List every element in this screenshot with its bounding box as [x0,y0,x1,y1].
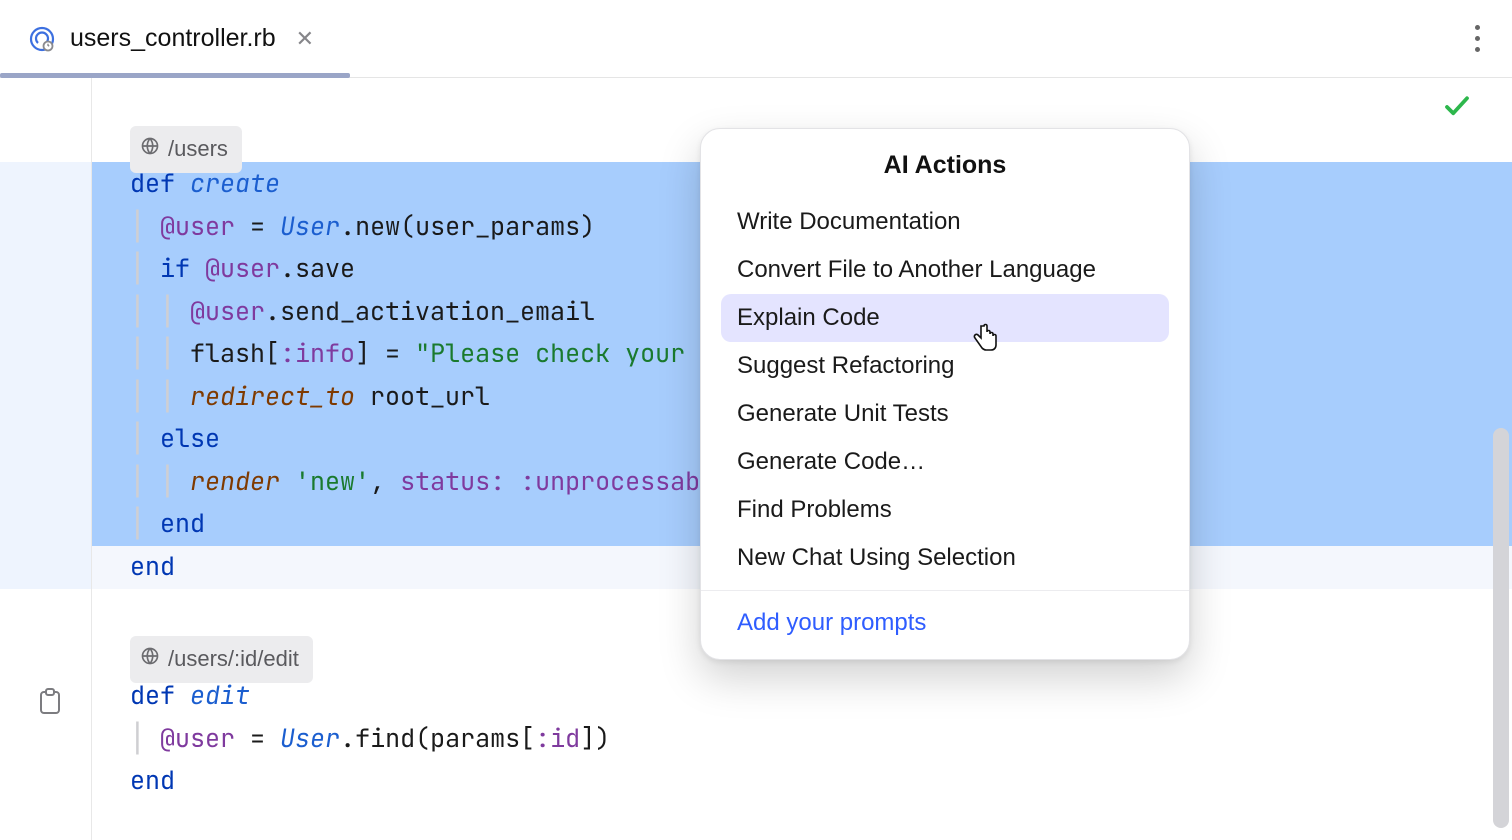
gutter-caret-line [0,546,91,589]
code-line: │ @user = User.find(params[:id]) [130,717,610,760]
add-your-prompts-link[interactable]: Add your prompts [737,609,926,636]
code-line: end [130,545,175,588]
ai-actions-footer: Add your prompts [701,590,1189,659]
gutter-selection [0,162,91,546]
ai-actions-popup: AI Actions Write Documentation Convert F… [700,128,1190,660]
ai-action-suggest-refactoring[interactable]: Suggest Refactoring [721,342,1169,390]
ruby-controller-icon [28,25,56,53]
paste-icon[interactable] [38,688,62,721]
code-line: │ │ @user.send_activation_email [130,290,595,333]
code-line: def edit [130,674,250,717]
code-line: def create [130,162,280,205]
code-line: │ │ redirect_to root_url [130,375,490,418]
ai-actions-list: Write Documentation Convert File to Anot… [701,198,1189,590]
ai-action-find-problems[interactable]: Find Problems [721,486,1169,534]
ai-action-generate-code[interactable]: Generate Code… [721,438,1169,486]
ai-action-write-documentation[interactable]: Write Documentation [721,198,1169,246]
code-line: │ end [130,502,205,545]
ai-action-generate-unit-tests[interactable]: Generate Unit Tests [721,390,1169,438]
code-line: │ if @user.save [130,247,355,290]
tab-bar: users_controller.rb ✕ [0,0,1512,78]
close-icon[interactable]: ✕ [296,26,314,52]
ai-action-new-chat-selection[interactable]: New Chat Using Selection [721,534,1169,582]
code-line: end [130,759,175,802]
ai-actions-title: AI Actions [701,129,1189,198]
more-menu-button[interactable] [1442,0,1512,77]
scrollbar-track[interactable] [1488,78,1512,840]
pointer-cursor-icon [970,322,1000,361]
code-line: │ @user = User.new(user_params) [130,205,595,248]
tab-filename: users_controller.rb [70,24,276,53]
scrollbar-thumb[interactable] [1493,428,1509,828]
ai-action-convert-file[interactable]: Convert File to Another Language [721,246,1169,294]
code-line: │ │ flash[:info] = "Please check your [130,332,700,375]
ai-action-explain-code[interactable]: Explain Code [721,294,1169,342]
code-line: │ │ render 'new', status: :unprocessab [130,460,700,503]
code-line: │ else [130,417,220,460]
gutter [0,78,92,840]
file-tab[interactable]: users_controller.rb ✕ [0,0,342,77]
